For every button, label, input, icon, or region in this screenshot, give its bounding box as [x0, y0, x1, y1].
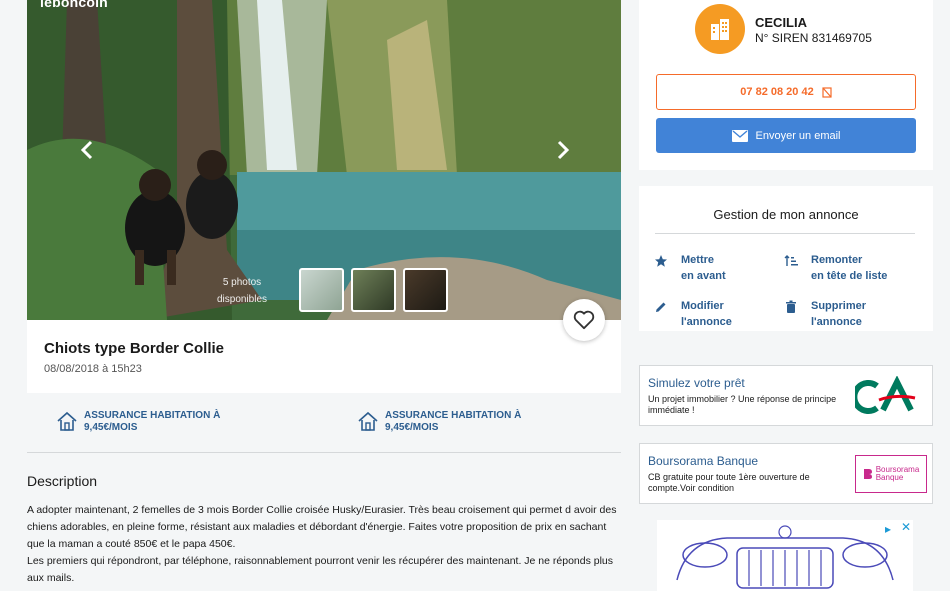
boursorama-mark-icon — [863, 469, 872, 479]
listing-header: Chiots type Border Collie 08/08/2018 à 1… — [27, 320, 621, 393]
ad-title: Boursorama Banque — [648, 454, 759, 468]
description-paragraph: A adopter maintenant, 2 femelles de 3 mo… — [27, 504, 617, 550]
action-label: l'annonce — [681, 316, 732, 328]
action-label: en tête de liste — [811, 270, 888, 282]
ad-title: Simulez votre prêt — [648, 376, 745, 390]
star-icon — [655, 255, 667, 267]
car-illustration — [676, 525, 894, 589]
bump-listing-action[interactable]: Remonter en tête de liste — [784, 252, 887, 284]
ad-banner[interactable] — [657, 520, 913, 591]
trash-icon — [786, 300, 796, 313]
manage-title: Gestion de mon annonce — [713, 207, 859, 222]
send-email-label: Envoyer un email — [755, 129, 841, 142]
action-label: l'annonce — [811, 316, 862, 328]
send-email-button[interactable]: Envoyer un email — [656, 118, 916, 153]
insurance-label: ASSURANCE HABITATION À 9,45€/MOIS — [84, 410, 221, 433]
insurance-link[interactable]: ASSURANCE HABITATION À 9,45€/MOIS — [357, 410, 545, 434]
listing-title: Chiots type Border Collie — [44, 340, 225, 357]
house-icon — [358, 411, 378, 431]
ad-subtitle: Un projet immobilier ? Une réponse de pr… — [648, 394, 837, 415]
divider — [27, 452, 621, 453]
seller-card: CECILIA N° SIREN 831469705 07 82 08 20 4… — [639, 0, 933, 170]
phone-number: 07 82 08 20 42 — [740, 86, 814, 98]
description-body: A adopter maintenant, 2 femelles de 3 mo… — [27, 502, 621, 587]
description-title: Description — [27, 473, 98, 489]
next-photo-button[interactable] — [553, 140, 573, 164]
listing-photo[interactable]: leboncoin 5 photos disponibles — [27, 0, 621, 320]
boursorama-logo: Boursorama Banque — [855, 455, 927, 493]
divider — [655, 233, 915, 234]
action-label: Mettre — [681, 254, 715, 266]
manage-listing-card: Gestion de mon annonce Mettre en avant R… — [639, 186, 933, 331]
leboncoin-logo: leboncoin — [40, 0, 108, 10]
close-icon[interactable]: ✕ — [901, 520, 911, 534]
building-icon — [711, 19, 729, 40]
action-label: Remonter — [811, 254, 863, 266]
chevron-right-icon — [557, 140, 570, 160]
action-label: en avant — [681, 270, 726, 282]
sort-icon — [784, 255, 798, 266]
credit-agricole-logo — [855, 376, 916, 414]
photo-thumbnail[interactable] — [403, 268, 448, 312]
ad-boursorama[interactable]: Boursorama Banque CB gratuite pour toute… — [639, 443, 933, 504]
seller-avatar — [695, 4, 745, 54]
action-label: Supprimer — [811, 300, 867, 312]
insurance-link[interactable]: ASSURANCE HABITATION À 9,45€/MOIS — [56, 410, 244, 434]
seller-siren: N° SIREN 831469705 — [755, 31, 872, 45]
chevron-left-icon — [80, 140, 93, 160]
photo-count: 5 photos disponibles — [216, 277, 268, 305]
previous-photo-button[interactable] — [77, 140, 97, 164]
photo-thumbnail[interactable] — [299, 268, 344, 312]
photo-thumbnail[interactable] — [351, 268, 396, 312]
seller-name: CECILIA — [755, 15, 807, 30]
insurance-label: ASSURANCE HABITATION À 9,45€/MOIS — [385, 410, 522, 433]
action-label: Modifier — [681, 300, 724, 312]
favorite-button[interactable] — [563, 299, 605, 341]
ad-credit-agricole[interactable]: Simulez votre prêt Un projet immobilier … — [639, 365, 933, 426]
house-icon — [57, 411, 77, 431]
logo-text: Banque — [875, 473, 904, 482]
heart-icon — [573, 310, 595, 330]
listing-date: 08/08/2018 à 15h23 — [44, 363, 142, 375]
promote-listing-action[interactable]: Mettre en avant — [654, 252, 726, 284]
edit-listing-action[interactable]: Modifier l'annonce — [654, 298, 732, 330]
ad-subtitle: CB gratuite pour toute 1ère ouverture de… — [648, 472, 810, 493]
phone-button[interactable]: 07 82 08 20 42 — [656, 74, 916, 110]
no-sms-icon — [822, 86, 832, 98]
envelope-icon — [731, 129, 748, 142]
delete-listing-action[interactable]: Supprimer l'annonce — [784, 298, 866, 330]
description-paragraph: Les premiers qui répondront, par télépho… — [27, 555, 614, 584]
adchoices-icon[interactable]: ▸ — [885, 522, 891, 536]
pencil-icon — [656, 302, 666, 312]
